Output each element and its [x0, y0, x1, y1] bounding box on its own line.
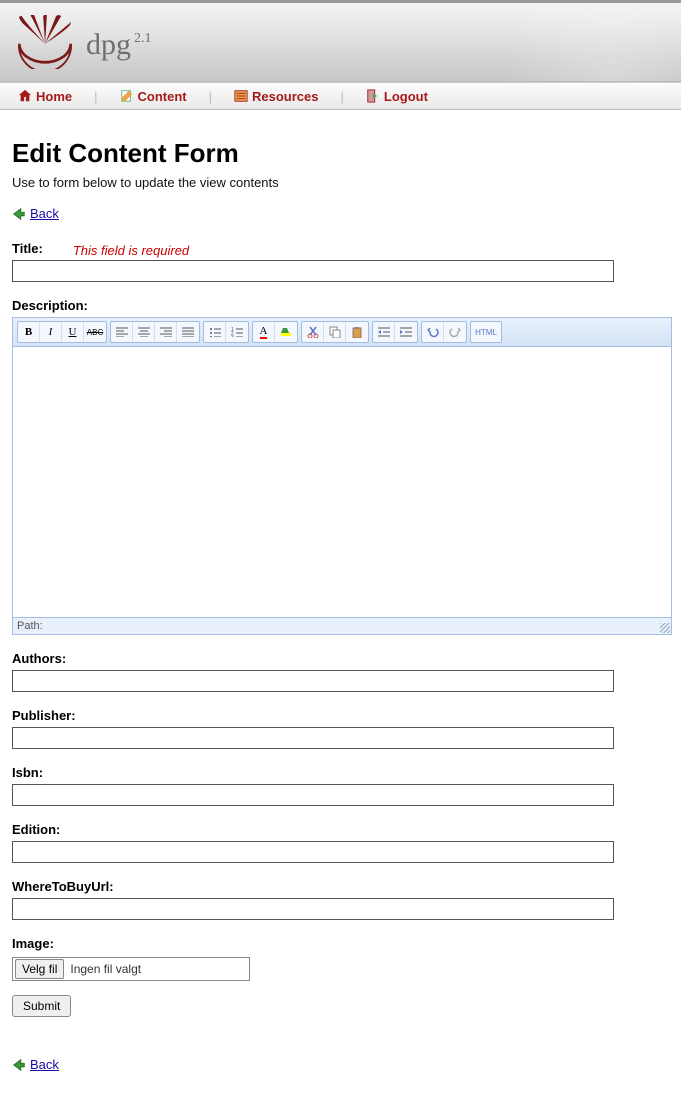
indent-button[interactable] — [395, 322, 417, 342]
brand-version: 2.1 — [134, 31, 152, 46]
page-content: Edit Content Form Use to form below to u… — [0, 110, 681, 1112]
nav-content-label: Content — [138, 89, 187, 104]
label-isbn: Isbn: — [12, 765, 669, 780]
nav-resources[interactable]: Resources — [234, 89, 318, 104]
nav-logout[interactable]: Logout — [366, 89, 428, 104]
html-source-button[interactable]: HTML — [471, 322, 501, 342]
nav-home[interactable]: Home — [18, 89, 72, 104]
content-icon — [120, 89, 134, 103]
cut-button[interactable] — [302, 322, 324, 342]
redo-button[interactable] — [444, 322, 466, 342]
label-title: Title: — [12, 241, 43, 256]
input-isbn[interactable] — [12, 784, 614, 806]
logout-icon — [366, 89, 380, 103]
label-authors: Authors: — [12, 651, 669, 666]
nav-separator: | — [209, 89, 212, 104]
editor-toolbar: B I U ABC 123 A — [13, 318, 671, 347]
editor-textarea[interactable] — [13, 347, 671, 617]
back-link-bottom[interactable]: Back — [12, 1057, 669, 1072]
nav-home-label: Home — [36, 89, 72, 104]
app-header: dpg2.1 — [0, 0, 681, 82]
resources-icon — [234, 89, 248, 103]
editor-statusbar: Path: — [13, 617, 671, 634]
nav-resources-label: Resources — [252, 89, 318, 104]
paste-button[interactable] — [346, 322, 368, 342]
input-publisher[interactable] — [12, 727, 614, 749]
align-left-button[interactable] — [111, 322, 133, 342]
undo-button[interactable] — [422, 322, 444, 342]
svg-text:3: 3 — [231, 335, 234, 337]
logo-area: dpg2.1 — [0, 3, 681, 69]
back-link-label[interactable]: Back — [30, 206, 59, 221]
page-title: Edit Content Form — [12, 138, 669, 169]
home-icon — [18, 89, 32, 103]
strikethrough-button[interactable]: ABC — [84, 322, 106, 342]
nav-content[interactable]: Content — [120, 89, 187, 104]
input-edition[interactable] — [12, 841, 614, 863]
title-required-message: This field is required — [73, 243, 189, 258]
align-right-button[interactable] — [155, 322, 177, 342]
page-subtitle: Use to form below to update the view con… — [12, 175, 669, 190]
label-image: Image: — [12, 936, 669, 951]
nav-logout-label: Logout — [384, 89, 428, 104]
submit-button[interactable]: Submit — [12, 995, 71, 1017]
back-link-top[interactable]: Back — [12, 206, 669, 221]
label-edition: Edition: — [12, 822, 669, 837]
text-color-button[interactable]: A — [253, 322, 275, 342]
nav-separator: | — [94, 89, 97, 104]
file-chooser[interactable]: Velg fil Ingen fil valgt — [12, 957, 250, 981]
highlight-button[interactable] — [275, 322, 297, 342]
rich-text-editor: B I U ABC 123 A — [12, 317, 672, 635]
bold-button[interactable]: B — [18, 322, 40, 342]
fan-logo-icon — [18, 15, 72, 69]
editor-path-label: Path: — [17, 620, 43, 632]
resize-handle[interactable] — [660, 623, 670, 633]
file-chosen-text: Ingen fil valgt — [66, 962, 141, 976]
back-link-label[interactable]: Back — [30, 1057, 59, 1072]
outdent-button[interactable] — [373, 322, 395, 342]
copy-button[interactable] — [324, 322, 346, 342]
file-choose-button[interactable]: Velg fil — [15, 959, 64, 979]
italic-button[interactable]: I — [40, 322, 62, 342]
brand-name: dpg2.1 — [86, 28, 149, 62]
underline-button[interactable]: U — [62, 322, 84, 342]
bullet-list-button[interactable] — [204, 322, 226, 342]
label-publisher: Publisher: — [12, 708, 669, 723]
main-nav: Home | Content | Resources | Logout — [0, 82, 681, 110]
label-wheretobuyurl: WhereToBuyUrl: — [12, 879, 669, 894]
align-justify-button[interactable] — [177, 322, 199, 342]
numbered-list-button[interactable]: 123 — [226, 322, 248, 342]
align-center-button[interactable] — [133, 322, 155, 342]
input-authors[interactable] — [12, 670, 614, 692]
back-arrow-icon — [12, 207, 26, 221]
input-title[interactable] — [12, 260, 614, 282]
back-arrow-icon — [12, 1058, 26, 1072]
input-wheretobuyurl[interactable] — [12, 898, 614, 920]
label-description: Description: — [12, 298, 669, 313]
nav-separator: | — [341, 89, 344, 104]
